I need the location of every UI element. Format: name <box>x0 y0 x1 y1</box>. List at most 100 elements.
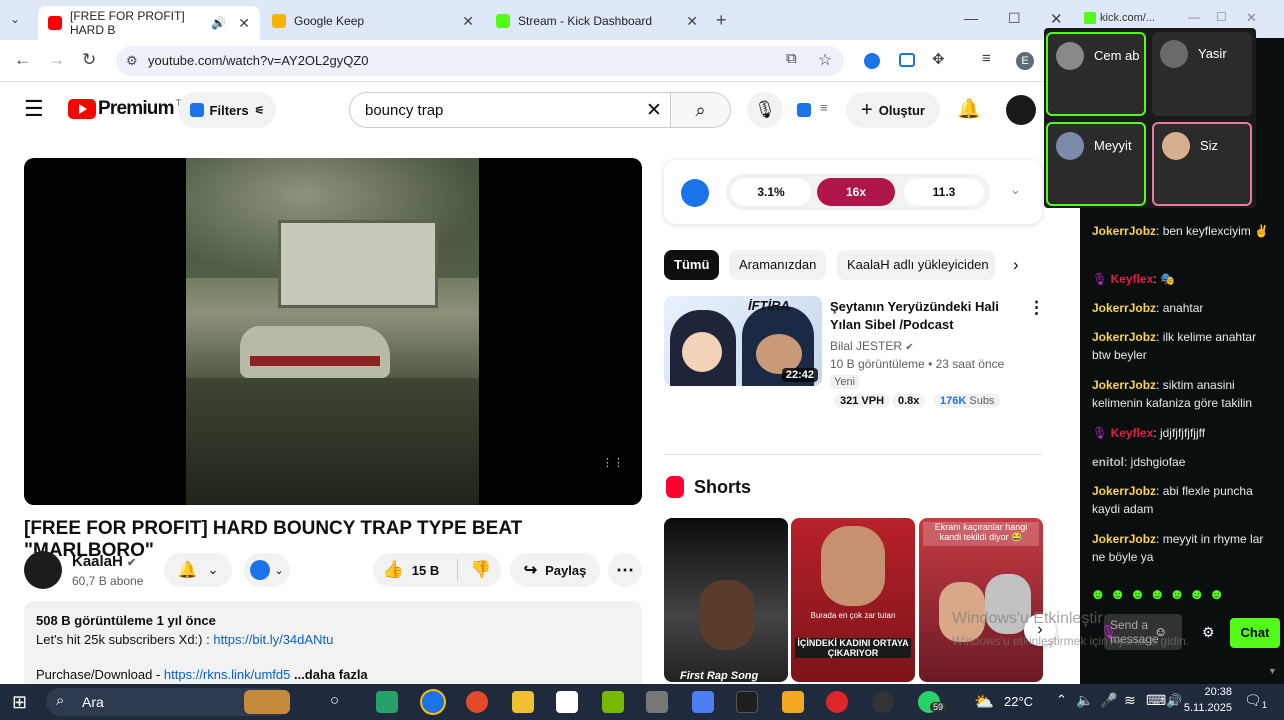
filters-button[interactable]: Filters ⚟ <box>178 92 276 128</box>
forward-icon[interactable]: → <box>48 50 65 70</box>
search-button[interactable]: ⌕ <box>671 92 731 128</box>
media-controls-icon[interactable]: ≡ <box>982 50 991 67</box>
chips-next-icon[interactable]: › <box>1013 255 1019 275</box>
taskbar-search-box[interactable]: ⌕ Ara <box>46 688 290 716</box>
scroll-down-icon[interactable]: ▼ <box>1268 666 1277 676</box>
stat-pill[interactable]: 11.3 <box>904 178 984 206</box>
chat-username[interactable]: Keyflex <box>1111 272 1154 286</box>
tab-youtube[interactable]: [FREE FOR PROFIT] HARD B 🔊 ✕ <box>38 6 260 40</box>
chevron-down-icon[interactable]: ⌄ <box>1010 182 1021 198</box>
taskbar-app-icon[interactable] <box>556 691 578 713</box>
maximize-icon[interactable]: ☐ <box>1008 10 1021 27</box>
rec-channel-row[interactable]: Bilal JESTER ✔ <box>830 339 914 353</box>
chrome-taskbar-icon[interactable] <box>422 691 444 713</box>
chip-related[interactable]: Aramanızdan <box>729 250 827 280</box>
tab-close-icon[interactable]: ✕ <box>462 13 474 30</box>
volume-icon[interactable]: 🔈 <box>1076 692 1093 709</box>
settings-gear-icon[interactable]: ⚙ <box>1202 624 1215 641</box>
taskbar-app-icon[interactable] <box>826 691 848 713</box>
rec-thumbnail[interactable]: İFTİRA 22:42 <box>664 296 822 386</box>
taskbar-app-icon[interactable] <box>646 691 668 713</box>
rec-more-icon[interactable]: ⋮ <box>1028 298 1045 318</box>
new-tab-icon[interactable]: + <box>716 10 727 31</box>
chat-username[interactable]: JokerrJobz <box>1092 224 1156 238</box>
description-link[interactable]: https://rkns.link/umfd5 <box>164 667 290 682</box>
keyboard-icon[interactable]: ⌨ <box>1146 692 1166 709</box>
chat-username[interactable]: JokerrJobz <box>1092 330 1156 344</box>
account-avatar[interactable] <box>1006 95 1036 125</box>
maximize-icon[interactable]: ☐ <box>1216 10 1227 24</box>
taskbar-app-icon[interactable] <box>736 691 758 713</box>
extension-screen-icon[interactable] <box>899 53 915 67</box>
install-app-icon[interactable]: ⧉ <box>786 50 797 67</box>
bookmark-star-icon[interactable]: ☆ <box>818 50 832 70</box>
participant-tile[interactable]: Yasir <box>1152 32 1252 116</box>
window-close-icon[interactable]: ✕ <box>1246 10 1257 26</box>
taskbar-app-icon[interactable] <box>872 691 894 713</box>
chat-username[interactable]: Keyflex <box>1111 426 1154 440</box>
chat-username[interactable]: JokerrJobz <box>1092 378 1156 392</box>
tab-close-icon[interactable]: ✕ <box>238 15 250 32</box>
participant-tile[interactable]: Meyyit <box>1046 122 1146 206</box>
microphone-icon[interactable]: 🎤 <box>1100 692 1117 709</box>
minimize-icon[interactable]: — <box>1188 10 1200 24</box>
back-icon[interactable]: ← <box>14 50 31 70</box>
tray-chevron-icon[interactable]: ⌃ <box>1056 692 1067 708</box>
rec-title[interactable]: Şeytanın Yeryüzündeki Hali Yılan Sibel /… <box>830 298 1010 334</box>
video-player[interactable]: ⋮⋮ <box>24 158 642 505</box>
notifications-bell-icon[interactable]: 🔔 <box>957 97 981 121</box>
short-card[interactable]: First Rap Song <box>664 518 788 682</box>
iq-dropdown-button[interactable]: ⌄ <box>244 553 290 587</box>
description-link[interactable]: https://bit.ly/34dANtu <box>213 632 333 647</box>
extensions-puzzle-icon[interactable]: ✥ <box>932 50 945 68</box>
channel-avatar[interactable] <box>24 551 62 589</box>
extension-iq-icon[interactable] <box>864 53 880 69</box>
chip-uploader[interactable]: KaalaH adlı yükleyiciden <box>837 250 995 280</box>
menu-hamburger-icon[interactable]: ☰ <box>24 96 44 122</box>
nvidia-icon[interactable] <box>602 691 624 713</box>
site-info-icon[interactable]: ⚙ <box>126 46 138 76</box>
wifi-icon[interactable]: ≋ <box>1124 692 1136 709</box>
dislike-icon[interactable]: 👎 <box>470 560 491 580</box>
chat-username[interactable]: enitol <box>1092 455 1124 469</box>
emote-bar[interactable]: ☻☻☻☻☻☻☻ <box>1090 586 1229 603</box>
url-bar[interactable]: ⚙ youtube.com/watch?v=AY2OL2gyQZ0 <box>116 46 844 76</box>
chat-username[interactable]: JokerrJobz <box>1092 301 1156 315</box>
tab-google-keep[interactable]: Google Keep ✕ <box>262 6 484 36</box>
chat-username[interactable]: JokerrJobz <box>1092 532 1156 546</box>
participant-tile[interactable]: Cem ab <box>1046 32 1146 116</box>
search-input[interactable]: bouncy trap ✕ <box>349 92 671 128</box>
weather-icon[interactable]: ⛅ <box>974 692 994 712</box>
share-button[interactable]: ↪ Paylaş <box>510 553 600 587</box>
clock-date[interactable]: 5.11.2025 <box>1172 702 1232 714</box>
like-count[interactable]: 15 B <box>412 563 439 578</box>
chat-username[interactable]: JokerrJobz <box>1092 484 1156 498</box>
window-close-icon[interactable]: ✕ <box>1050 10 1063 28</box>
clear-search-icon[interactable]: ✕ <box>646 99 662 122</box>
taskbar-app-icon[interactable] <box>782 691 804 713</box>
short-card[interactable]: Ekranı kaçıranlar hangi kandi tekildi di… <box>919 518 1043 682</box>
notification-icon[interactable]: 🗨 <box>1244 692 1262 709</box>
stat-pill[interactable]: 3.1% <box>731 178 811 206</box>
subscribe-notify-button[interactable]: 🔔 ⌄ <box>164 553 232 587</box>
list-icon[interactable]: ≡ <box>820 100 828 115</box>
taskbar-app-icon[interactable] <box>466 691 488 713</box>
m365-icon[interactable] <box>692 691 714 713</box>
reload-icon[interactable]: ↻ <box>82 50 96 70</box>
audio-playing-icon[interactable]: 🔊 <box>211 16 226 30</box>
like-icon[interactable]: 👍 <box>383 560 404 580</box>
more-actions-button[interactable]: ⋯ <box>608 553 642 587</box>
stat-pill-highlight[interactable]: 16x <box>817 178 895 206</box>
task-view-icon[interactable]: ○ <box>330 692 339 709</box>
voice-search-button[interactable]: 🎙 <box>747 92 783 128</box>
clock-time[interactable]: 20:38 <box>1186 686 1232 698</box>
chip-all[interactable]: Tümü <box>664 250 720 280</box>
show-more-link[interactable]: ...daha fazla <box>290 667 368 682</box>
create-button[interactable]: + Oluştur <box>846 92 940 128</box>
tab-search-chevron-icon[interactable]: ⌄ <box>10 12 20 26</box>
minimize-icon[interactable]: — <box>964 10 978 26</box>
tab-kick[interactable]: Stream - Kick Dashboard ✕ <box>486 6 708 36</box>
description-box[interactable]: 508 B görüntüleme 1 yıl önce Let's hit 2… <box>24 601 642 691</box>
profile-avatar[interactable]: E <box>1016 52 1034 70</box>
taskbar-app-icon[interactable] <box>376 691 398 713</box>
